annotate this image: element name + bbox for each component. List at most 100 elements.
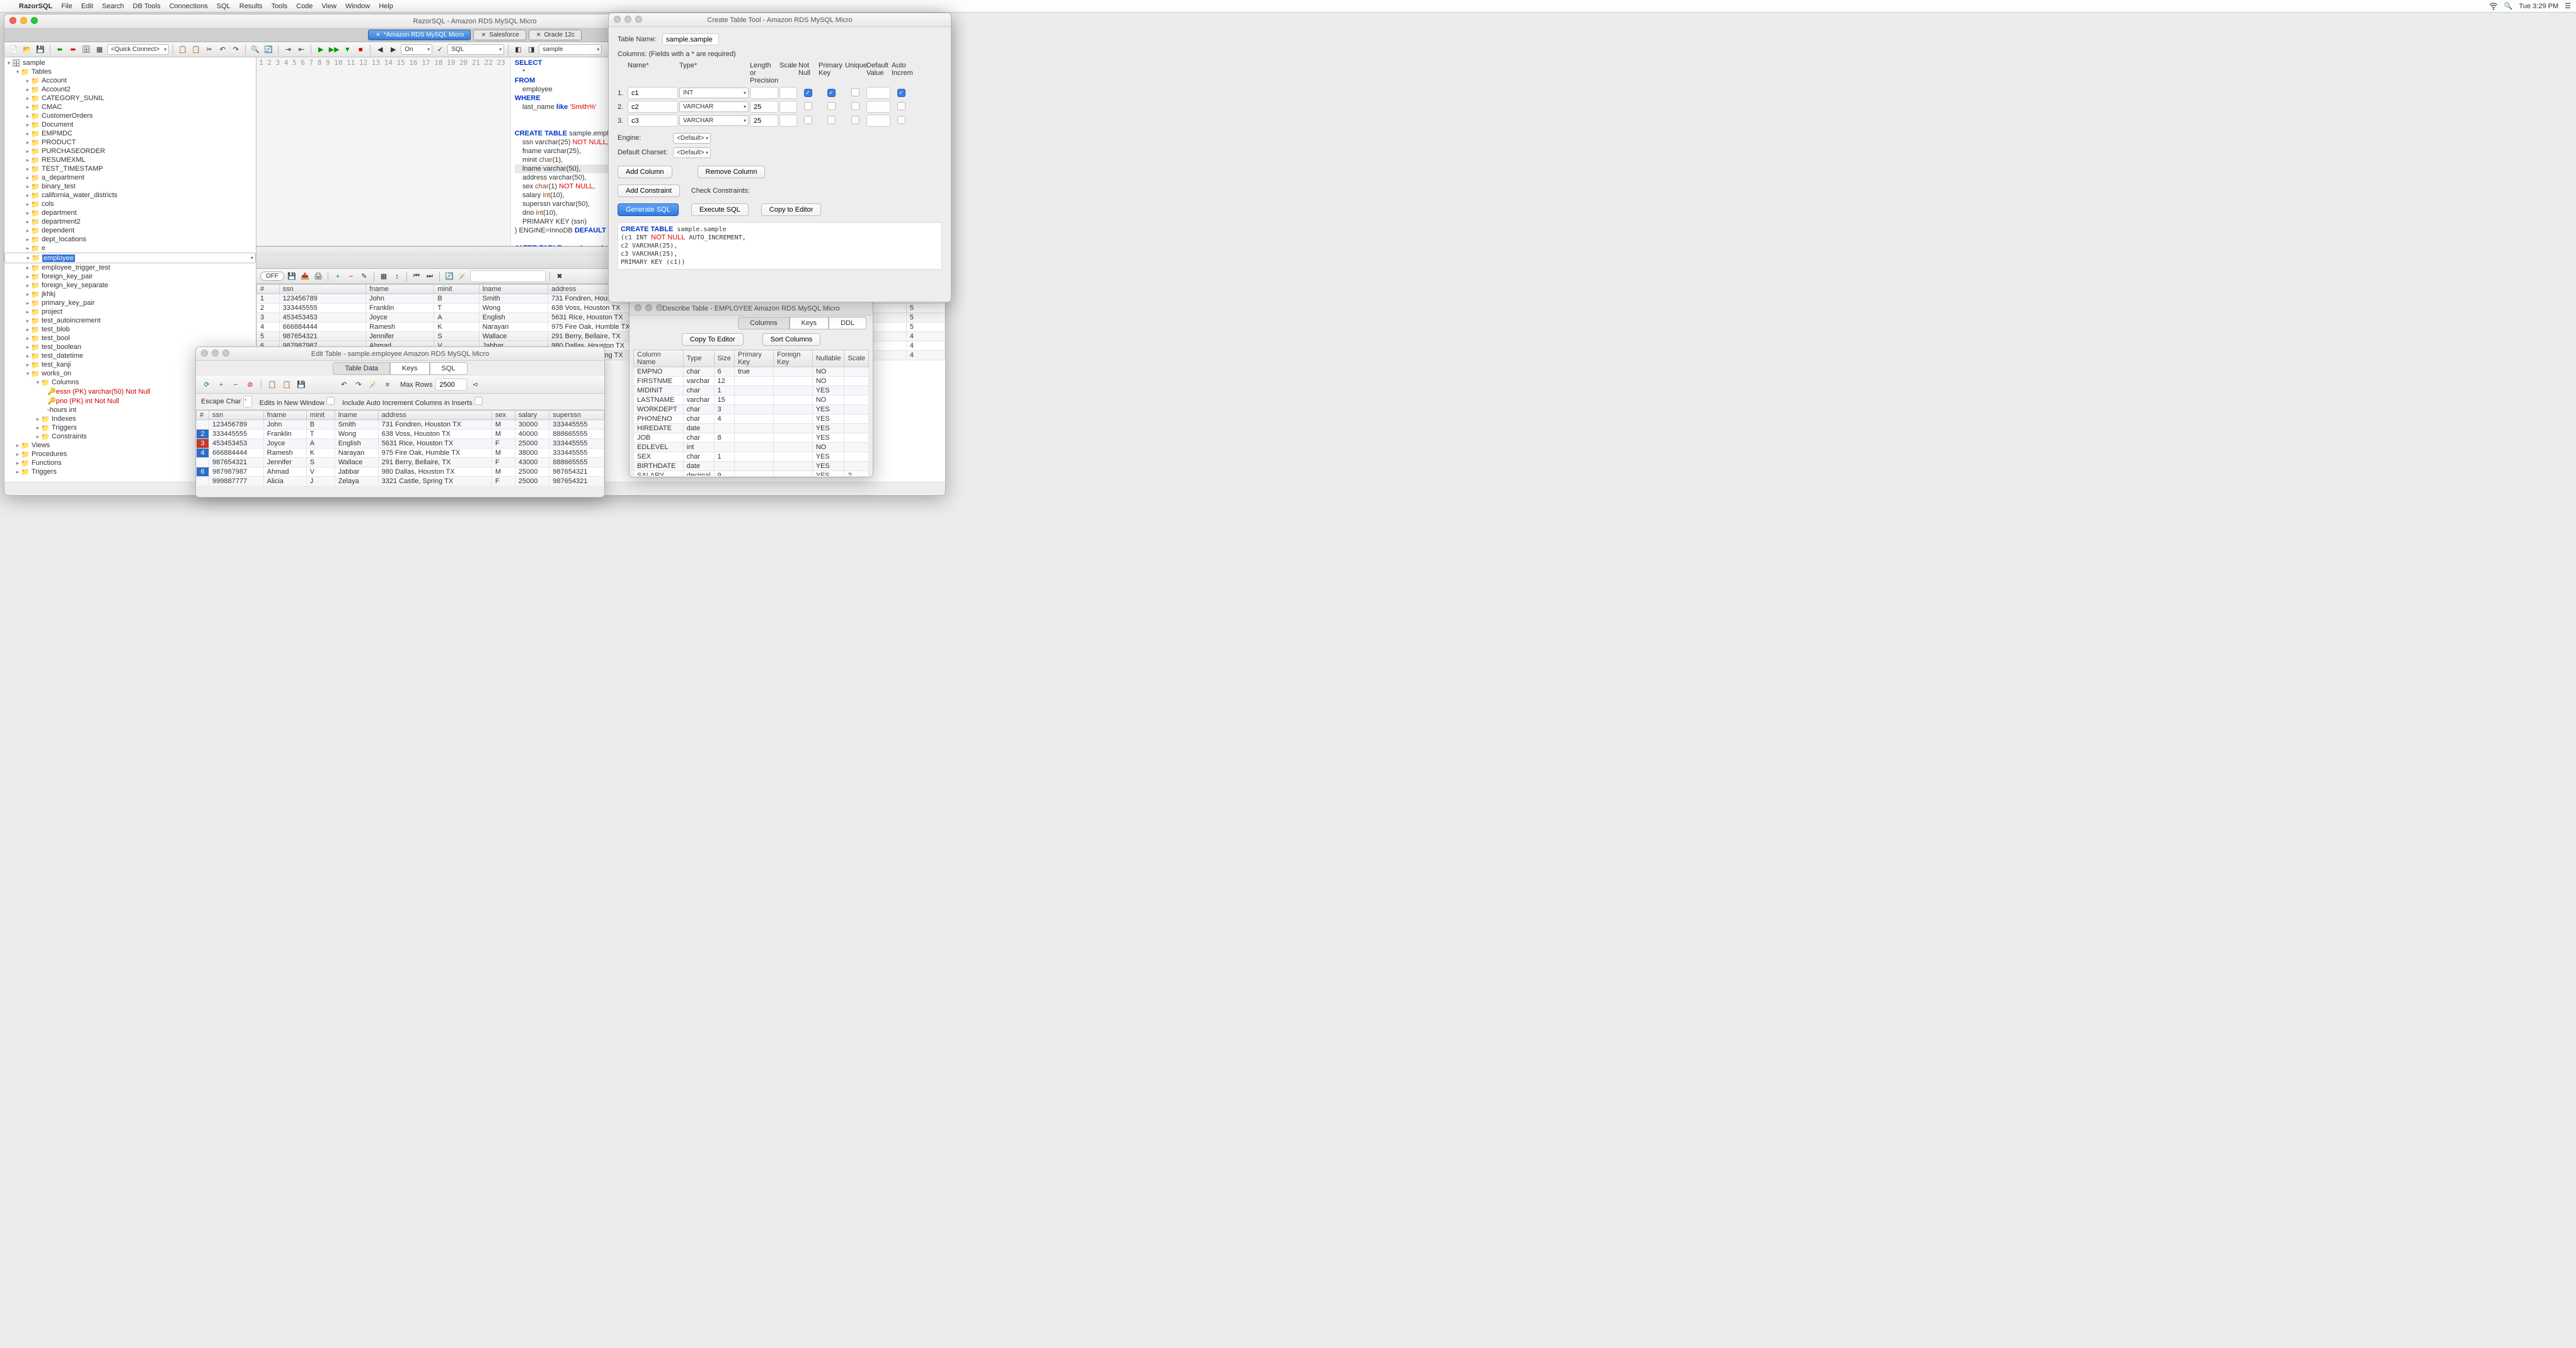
add-icon[interactable]: +	[216, 379, 227, 391]
add-column-button[interactable]: Add Column	[618, 166, 672, 178]
execute-icon[interactable]: ▶	[315, 44, 326, 55]
col-pk[interactable]	[827, 102, 836, 110]
table-node[interactable]: ▸📁dependent	[4, 226, 256, 235]
traffic-lights[interactable]	[635, 304, 663, 311]
table-node[interactable]: ▸📁PRODUCT	[4, 138, 256, 147]
table-node[interactable]: ▸📁Account2	[4, 85, 256, 94]
tool-a-icon[interactable]: ◧	[512, 44, 524, 55]
table-node[interactable]: ▸📁e	[4, 244, 256, 253]
col-scale[interactable]	[779, 87, 797, 99]
copy-icon[interactable]: 📋	[267, 379, 278, 391]
col-default[interactable]	[866, 87, 890, 99]
app-name[interactable]: RazorSQL	[19, 3, 52, 10]
undo-icon[interactable]: ↶	[217, 44, 228, 55]
new-icon[interactable]: 📄	[8, 44, 20, 55]
save-icon[interactable]: 💾	[35, 44, 46, 55]
copy-to-editor-button[interactable]: Copy To Editor	[682, 333, 744, 346]
connect-icon[interactable]: ⬌	[54, 44, 66, 55]
table-node[interactable]: ▸📁cols	[4, 200, 256, 208]
col-len[interactable]	[750, 115, 778, 127]
sort-icon[interactable]: ↕	[391, 271, 403, 282]
last-icon[interactable]: ⏭	[424, 271, 435, 282]
conn-tab[interactable]: ✕Oracle 12c	[529, 30, 582, 40]
close-icon[interactable]: ✕	[375, 32, 381, 38]
next-icon[interactable]: ▶	[388, 44, 399, 55]
cancel-icon[interactable]: ⊘	[244, 379, 256, 391]
save-icon[interactable]: 💾	[296, 379, 307, 391]
table-name-input[interactable]	[662, 33, 719, 45]
col-default[interactable]	[866, 115, 890, 127]
col-scale[interactable]	[779, 101, 797, 113]
menu-view[interactable]: View	[321, 3, 336, 10]
describe-grid[interactable]: Column NameTypeSizePrimary KeyForeign Ke…	[633, 350, 869, 476]
col-name[interactable]	[628, 101, 678, 113]
table-node[interactable]: ▸📁Account	[4, 76, 256, 85]
table-node[interactable]: ▸📁dept_locations	[4, 235, 256, 244]
col-type[interactable]: INT	[679, 88, 749, 98]
engine-select[interactable]: <Default>	[673, 133, 711, 144]
table-node[interactable]: ▸📁employee	[4, 253, 256, 263]
col-autoincr[interactable]	[897, 102, 906, 110]
apple-icon[interactable]	[5, 2, 14, 11]
search-select[interactable]: sample	[539, 44, 602, 55]
col-unique[interactable]	[851, 116, 860, 124]
indent-icon[interactable]: ⇥	[282, 44, 294, 55]
close-icon[interactable]: ✕	[480, 32, 486, 38]
col-notnull[interactable]	[804, 102, 812, 110]
table-node[interactable]: ▸📁test_blob	[4, 325, 256, 334]
edit-icon[interactable]: ✎	[359, 271, 370, 282]
edits-new-window-check[interactable]	[326, 397, 335, 405]
table-node[interactable]: ▸📁TEST_TIMESTAMP	[4, 164, 256, 173]
menu-search[interactable]: Search	[102, 3, 124, 10]
table-node[interactable]: ▸📁CMAC	[4, 103, 256, 111]
col-autoincr[interactable]: ✓	[897, 89, 906, 97]
col-name[interactable]	[628, 87, 678, 99]
table-node[interactable]: ▸📁foreign_key_separate	[4, 281, 256, 290]
describe-tab[interactable]: Keys	[790, 317, 829, 329]
wand-icon[interactable]: 🪄	[457, 271, 468, 282]
table-node[interactable]: ▸📁Document	[4, 120, 256, 129]
describe-tab[interactable]: DDL	[829, 317, 866, 329]
table-node[interactable]: ▸📁jkhkj	[4, 290, 256, 299]
db-icon[interactable]: 🗄	[81, 44, 92, 55]
edit-tab[interactable]: SQL	[430, 362, 468, 375]
col-unique[interactable]	[851, 88, 860, 96]
wifi-icon[interactable]	[2489, 2, 2498, 11]
format-icon[interactable]: ≡	[382, 379, 393, 391]
disconnect-icon[interactable]: ⬌	[67, 44, 79, 55]
redo-icon[interactable]: ↷	[230, 44, 241, 55]
menu-window[interactable]: Window	[345, 3, 370, 10]
menu-help[interactable]: Help	[379, 3, 393, 10]
lang-select[interactable]: SQL	[447, 44, 504, 55]
table-node[interactable]: ▸📁department	[4, 208, 256, 217]
col-scale[interactable]	[779, 115, 797, 127]
menu-results[interactable]: Results	[239, 3, 263, 10]
table-node[interactable]: ▸📁employee_trigger_test	[4, 263, 256, 272]
edit-grid[interactable]: #ssnfnameminitlnameaddresssexsalarysuper…	[196, 410, 604, 486]
describe-tab[interactable]: Columns	[738, 317, 789, 329]
table-node[interactable]: ▸📁primary_key_pair	[4, 299, 256, 307]
generate-sql-button[interactable]: Generate SQL	[618, 203, 679, 216]
table-node[interactable]: ▸📁RESUMEXML	[4, 156, 256, 164]
conn-tab[interactable]: ✕Salesforce	[473, 30, 526, 40]
col-len[interactable]	[750, 101, 778, 113]
menu-edit[interactable]: Edit	[81, 3, 93, 10]
autocommit[interactable]: On	[401, 44, 432, 55]
col-pk[interactable]: ✓	[827, 89, 836, 97]
table-node[interactable]: ▸📁PURCHASEORDER	[4, 147, 256, 156]
result-filter[interactable]	[470, 270, 546, 282]
delete-row-icon[interactable]: −	[345, 271, 357, 282]
close-icon[interactable]: ✕	[536, 32, 542, 38]
spotlight-icon[interactable]: 🔍	[2504, 2, 2513, 10]
col-notnull[interactable]	[804, 116, 812, 124]
traffic-lights[interactable]	[201, 350, 229, 357]
maxrows-input[interactable]	[435, 379, 467, 391]
outdent-icon[interactable]: ⇤	[296, 44, 307, 55]
refresh-icon[interactable]: 🔄	[444, 271, 455, 282]
edit-tab[interactable]: Keys	[390, 362, 429, 375]
close-result-icon[interactable]: ✖	[554, 271, 565, 282]
table-node[interactable]: ▸📁california_water_districts	[4, 191, 256, 200]
traffic-lights[interactable]	[9, 17, 38, 24]
execute-sql-button[interactable]: Execute SQL	[691, 203, 749, 216]
print-icon[interactable]: 🖨	[313, 271, 324, 282]
